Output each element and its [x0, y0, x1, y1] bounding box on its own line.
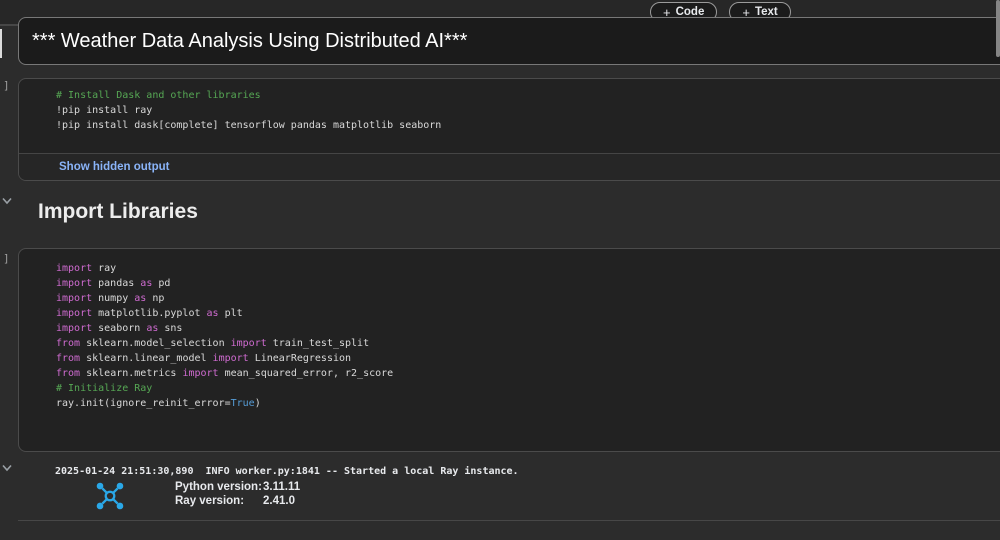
code-token: !pip install dask[complete] tensorflow p… [56, 120, 442, 131]
code-line: import pandas as pd [56, 276, 1000, 291]
code-token: # Install Dask and other libraries [56, 90, 261, 101]
code-token: import [56, 323, 93, 334]
code-token: LinearRegression [248, 353, 352, 364]
show-hidden-output-link[interactable]: Show hidden output [59, 161, 170, 173]
ray-version-label: Ray version: [175, 495, 245, 507]
code-token: import [212, 353, 249, 364]
code-token: import [56, 278, 93, 289]
code-editor-imports[interactable]: import ray import pandas as pd import nump… [19, 249, 1000, 411]
code-token: as [134, 293, 147, 304]
code-line: from sklearn.linear_model import LinearR… [56, 351, 1000, 366]
code-line: import numpy as np [56, 291, 1000, 306]
hidden-output-bar: Show hidden output [19, 153, 1000, 180]
code-cell-imports: import ray import pandas as pd import nump… [18, 248, 1000, 452]
ray-logo-icon [91, 477, 129, 520]
code-token: sns [158, 323, 183, 334]
code-line: import ray [56, 261, 1000, 276]
version-table: Python version: 3.11.11 Ray version: 2.4… [175, 481, 300, 507]
code-line: !pip install dask[complete] tensorflow p… [56, 118, 1000, 133]
code-cell-install: # Install Dask and other libraries !pip i… [18, 78, 1000, 181]
python-version-value: 3.11.11 [263, 481, 301, 493]
code-line: from sklearn.metrics import mean_squared… [56, 366, 1000, 381]
code-token: train_test_split [266, 338, 370, 349]
code-line: # Install Dask and other libraries [56, 88, 1000, 103]
cell-boundary-divider [18, 520, 1000, 521]
code-token: plt [218, 308, 243, 319]
code-token: import [56, 293, 93, 304]
code-token: np [146, 293, 165, 304]
code-token: as [206, 308, 219, 319]
code-token: import [56, 308, 93, 319]
code-line: ray.init(ignore_reinit_error=True) [56, 396, 1000, 411]
code-token: seaborn [92, 323, 147, 334]
code-line: !pip install ray [56, 103, 1000, 118]
code-token: !pip install ray [56, 105, 153, 116]
code-token: from [56, 353, 81, 364]
code-token: ) [254, 398, 261, 409]
code-token: sklearn.metrics [80, 368, 183, 379]
code-token: as [146, 323, 159, 334]
code-token: as [140, 278, 153, 289]
code-token: matplotlib.pyplot [92, 308, 207, 319]
code-editor-install[interactable]: # Install Dask and other libraries !pip i… [19, 79, 1000, 153]
code-token: pd [152, 278, 171, 289]
ray-version-value: 2.41.0 [263, 495, 295, 507]
execution-indicator[interactable]: ] [3, 253, 10, 265]
code-token: ray [92, 263, 117, 274]
code-line: import seaborn as sns [56, 321, 1000, 336]
section-heading: Import Libraries [38, 200, 198, 223]
markdown-title-cell[interactable]: *** Weather Data Analysis Using Distribu… [18, 17, 1000, 65]
markdown-source-text: *** Weather Data Analysis Using Distribu… [32, 30, 468, 52]
code-line: from sklearn.model_selection import trai… [56, 336, 1000, 351]
code-token: import [230, 338, 267, 349]
python-version-label: Python version: [175, 481, 262, 493]
code-token: ray.init(ignore_reinit_error= [56, 398, 231, 409]
code-token: import [56, 263, 93, 274]
code-token: True [230, 398, 255, 409]
code-token: pandas [92, 278, 141, 289]
scrollbar-thumb[interactable] [996, 0, 1000, 57]
ray-log-line: 2025-01-24 21:51:30,890 INFO worker.py:1… [55, 466, 519, 477]
collapse-output-icon[interactable] [1, 459, 13, 477]
code-token: from [56, 338, 81, 349]
text-cursor [0, 29, 2, 58]
code-token: numpy [92, 293, 135, 304]
execution-indicator[interactable]: ] [3, 80, 10, 92]
code-token: import [182, 368, 219, 379]
code-line: # Initialize Ray [56, 381, 1000, 396]
code-token: mean_squared_error, r2_score [218, 368, 394, 379]
collapse-section-icon[interactable] [1, 192, 13, 210]
code-token: sklearn.linear_model [80, 353, 213, 364]
code-token: from [56, 368, 81, 379]
code-token: sklearn.model_selection [80, 338, 231, 349]
code-token: # Initialize Ray [56, 383, 153, 394]
code-line: import matplotlib.pyplot as plt [56, 306, 1000, 321]
